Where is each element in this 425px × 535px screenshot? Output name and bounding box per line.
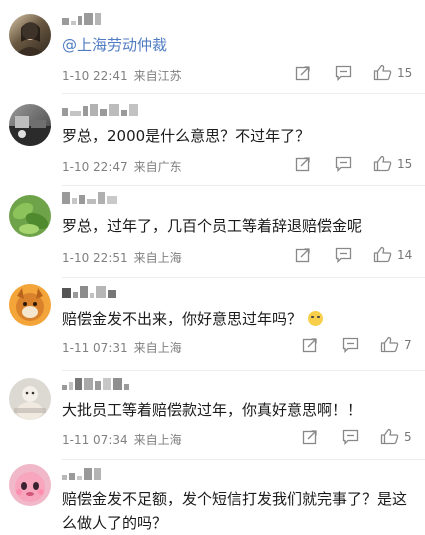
comment-button[interactable] [342, 429, 359, 445]
comment-meta: 1-10 22:51 来自上海 [62, 249, 182, 266]
like-count: 15 [397, 156, 413, 171]
like-button[interactable]: 5 [380, 428, 412, 445]
comment-button[interactable] [335, 65, 352, 81]
comment-button[interactable] [335, 247, 352, 263]
repost-button[interactable] [302, 337, 318, 353]
user-avatar-icon [15, 472, 45, 502]
comment-text: 大批员工等着赔偿款过年，你真好意思啊！！ [62, 401, 363, 419]
comment-text: 赔偿金发不足额，发个短信打发我们就完事了？是这么做人了的吗？ [62, 490, 408, 532]
user-avatar[interactable] [9, 464, 51, 506]
user-avatar[interactable] [9, 378, 51, 420]
repost-icon [295, 157, 310, 172]
user-avatar[interactable] [9, 104, 51, 146]
comment-meta: 1-10 22:47 来自广东 [62, 158, 182, 175]
username-redacted[interactable] [62, 378, 131, 392]
comment-location: 来自上海 [133, 251, 182, 265]
like-icon [373, 155, 392, 172]
comment-item: 罗总，过年了，几百个员工等着辞退赔偿金呢 1-10 22:51 来自上海 14 [0, 186, 425, 278]
comment-text: 罗总，过年了，几百个员工等着辞退赔偿金呢 [62, 217, 363, 235]
comment-item: 赔偿金发不出来，你好意思过年吗？ 1-11 07:31 来自上海 7 [0, 278, 425, 372]
repost-button[interactable] [295, 156, 311, 172]
like-icon [373, 64, 392, 81]
comment-text-content: 赔偿金发不出来，你好意思过年吗？ [62, 310, 303, 328]
comment-meta: 1-10 22:41 来自江苏 [62, 67, 182, 84]
username-redacted[interactable] [62, 468, 103, 482]
comment-icon [335, 65, 352, 81]
username-redacted[interactable] [62, 104, 140, 118]
user-avatar-icon [14, 386, 46, 420]
user-avatar-icon [9, 116, 51, 146]
comment-icon [342, 337, 359, 353]
repost-icon [295, 248, 310, 263]
comment-button[interactable] [342, 337, 359, 353]
like-button[interactable]: 14 [373, 246, 412, 263]
like-icon [373, 246, 392, 263]
like-count: 14 [397, 247, 413, 262]
like-button[interactable]: 7 [380, 336, 412, 353]
user-avatar[interactable] [9, 195, 51, 237]
user-avatar-icon [16, 288, 44, 321]
repost-icon [302, 338, 317, 353]
comment-time: 1-10 22:41 [62, 69, 128, 83]
username-redacted[interactable] [62, 286, 118, 300]
comment-time: 1-10 22:51 [62, 251, 128, 265]
repost-button[interactable] [295, 247, 311, 263]
comment-text: @上海劳动仲裁 [62, 33, 417, 57]
repost-button[interactable] [302, 429, 318, 445]
comment-item: 罗总，2000是什么意思？不过年了？ 1-10 22:47 来自广东 15 [0, 94, 425, 186]
comment-location: 来自上海 [133, 341, 182, 355]
comment-text: 赔偿金发不出来，你好意思过年吗？ [62, 307, 417, 331]
comment-meta: 1-11 07:31 来自上海 [62, 339, 182, 356]
like-icon [380, 428, 399, 445]
comment-button[interactable] [335, 156, 352, 172]
comment-feed: @上海劳动仲裁 1-10 22:41 来自江苏 15 罗总，2000是什么意思？不… [0, 0, 425, 535]
emoji-icon [308, 311, 324, 326]
comment-divider [62, 370, 425, 371]
comment-location: 来自广东 [133, 160, 182, 174]
comment-time: 1-11 07:31 [62, 341, 128, 355]
comment-icon [335, 247, 352, 263]
user-avatar-icon [12, 202, 49, 234]
comment-location: 来自江苏 [133, 69, 182, 83]
user-avatar-icon [15, 22, 45, 56]
like-count: 5 [404, 429, 412, 444]
username-redacted[interactable] [62, 13, 103, 27]
like-button[interactable]: 15 [373, 64, 412, 81]
comment-icon [342, 429, 359, 445]
like-count: 15 [397, 65, 413, 80]
comment-icon [335, 156, 352, 172]
comment-time: 1-11 07:34 [62, 433, 128, 447]
comment-item: 大批员工等着赔偿款过年，你真好意思啊！！ 1-11 07:34 来自上海 5 [0, 372, 425, 460]
repost-button[interactable] [295, 65, 311, 81]
user-avatar[interactable] [9, 14, 51, 56]
like-count: 7 [404, 337, 412, 352]
like-icon [380, 336, 399, 353]
comment-item: 赔偿金发不足额，发个短信打发我们就完事了？是这么做人了的吗？ [0, 460, 425, 535]
comment-meta: 1-11 07:34 来自上海 [62, 431, 182, 448]
user-avatar[interactable] [9, 284, 51, 326]
mention-link[interactable]: @上海劳动仲裁 [62, 36, 167, 54]
comment-location: 来自上海 [133, 433, 182, 447]
repost-icon [302, 430, 317, 445]
repost-icon [295, 66, 310, 81]
comment-text: 罗总，2000是什么意思？不过年了？ [62, 127, 311, 145]
username-redacted[interactable] [62, 192, 119, 206]
like-button[interactable]: 15 [373, 155, 412, 172]
comment-item: @上海劳动仲裁 1-10 22:41 来自江苏 15 [0, 0, 425, 94]
comment-time: 1-10 22:47 [62, 160, 128, 174]
